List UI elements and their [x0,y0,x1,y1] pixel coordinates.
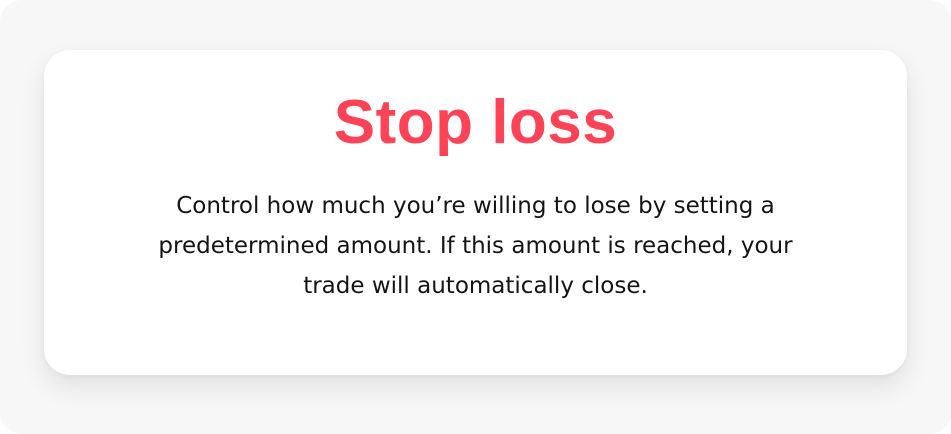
description-line: Control how much you’re willing to lose … [176,193,775,219]
page-background: Stop loss Control how much you’re willin… [0,0,951,434]
description-line: predetermined amount. If this amount is … [158,233,793,259]
description-line: trade will automatically close. [303,273,648,299]
card-description: Control how much you’re willing to lose … [100,186,851,306]
card-title: Stop loss [333,88,618,157]
